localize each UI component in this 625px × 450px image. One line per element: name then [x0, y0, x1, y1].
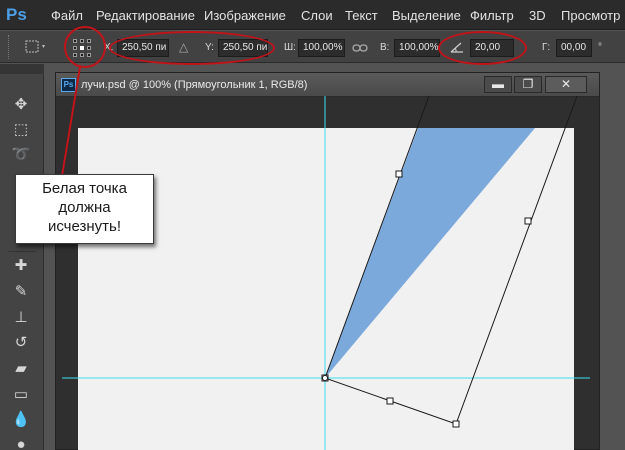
transform-handle[interactable]	[386, 397, 394, 405]
transform-handle[interactable]	[452, 420, 460, 428]
reference-point-marker[interactable]	[322, 375, 328, 381]
annotation-callout: Белая точка должна исчезнуть!	[15, 174, 154, 244]
annotation-pointer-line	[61, 66, 81, 177]
transform-handle[interactable]	[395, 170, 403, 178]
blue-ray-shape	[325, 128, 535, 378]
transform-handle[interactable]	[524, 217, 532, 225]
